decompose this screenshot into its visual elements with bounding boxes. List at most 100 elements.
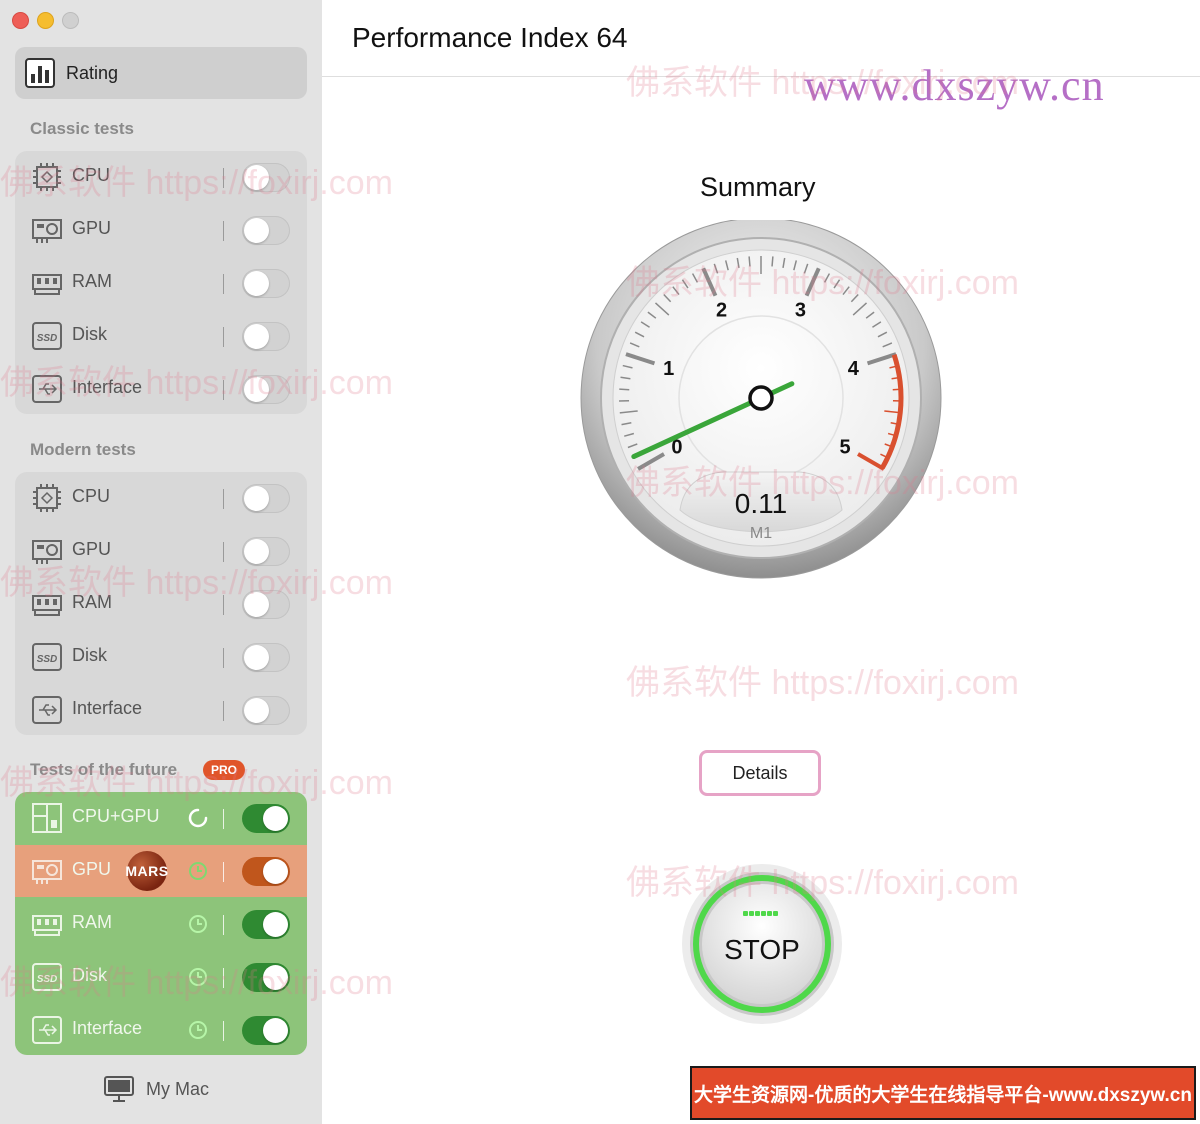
usb-icon — [32, 1016, 62, 1044]
gauge-tick-label: 5 — [839, 437, 850, 459]
test-label: RAM — [72, 271, 112, 291]
gauge-tick-label: 2 — [716, 299, 727, 321]
mars-tag: MARS — [125, 863, 169, 879]
section-title-modern: Modern tests — [30, 440, 136, 459]
close-button[interactable] — [12, 12, 29, 29]
details-button[interactable]: Details — [699, 750, 821, 796]
classic-row-cpu[interactable]: CPU — [15, 151, 307, 203]
performance-gauge: 0.11 M1 012 345 — [580, 220, 942, 579]
future-row-disk[interactable]: SSD Disk — [15, 951, 307, 1003]
watermark-text: 佛系软件 https://foxirj.com — [626, 664, 1019, 702]
modern-row-interface[interactable]: Interface — [15, 684, 307, 736]
clock-icon — [189, 862, 207, 880]
pro-badge: PRO — [203, 760, 245, 780]
test-label: GPU — [72, 859, 112, 879]
divider — [223, 327, 224, 347]
sidebar-item-label: Rating — [66, 62, 119, 83]
toggle-classic-interface[interactable] — [242, 375, 290, 404]
divider — [223, 542, 224, 562]
gauge-hub — [748, 385, 774, 411]
ram-icon — [32, 915, 62, 936]
divider — [223, 168, 224, 188]
divider — [223, 489, 224, 509]
modern-row-cpu[interactable]: CPU — [15, 472, 307, 524]
clock-icon — [189, 915, 207, 933]
test-label: Disk — [72, 965, 107, 985]
divider — [223, 915, 224, 935]
toggle-modern-gpu[interactable] — [242, 537, 290, 566]
future-row-ram[interactable]: RAM — [15, 898, 307, 950]
modern-row-disk[interactable]: SSD Disk — [15, 631, 307, 683]
divider — [223, 274, 224, 294]
gauge-tick-label: 4 — [848, 358, 860, 380]
toggle-future-disk[interactable] — [242, 963, 290, 992]
test-label: GPU — [72, 539, 112, 559]
toggle-future-cpu-gpu[interactable] — [242, 804, 290, 833]
divider — [223, 701, 224, 721]
cpu-gpu-icon — [32, 803, 62, 833]
disk-icon: SSD — [32, 963, 62, 991]
watermark-site: www.dxszyw.cn — [804, 61, 1105, 110]
classic-row-ram[interactable]: RAM — [15, 257, 307, 309]
divider — [223, 595, 224, 615]
test-label: CPU — [72, 165, 111, 185]
classic-row-disk[interactable]: SSD Disk — [15, 310, 307, 362]
clock-icon — [189, 968, 207, 986]
classic-row-interface[interactable]: Interface — [15, 363, 307, 415]
future-row-interface[interactable]: Interface — [15, 1004, 307, 1055]
gpu-icon — [32, 540, 62, 564]
toggle-classic-disk[interactable] — [242, 322, 290, 351]
test-label: GPU — [72, 218, 112, 238]
toggle-modern-ram[interactable] — [242, 590, 290, 619]
ram-icon — [32, 595, 62, 616]
test-label: Interface — [72, 698, 143, 718]
future-row-gpu[interactable]: GPU MARS — [15, 845, 307, 897]
watermark-banner: 大学生资源网-优质的大学生在线指导平台-www.dxszyw.cn — [690, 1066, 1196, 1120]
gauge-tick-label: 3 — [795, 299, 806, 321]
divider — [223, 809, 224, 829]
toggle-classic-cpu[interactable] — [242, 163, 290, 192]
loading-spinner-icon — [188, 808, 208, 828]
ram-icon — [32, 274, 62, 295]
cpu-icon — [33, 163, 61, 191]
modern-row-gpu[interactable]: GPU — [15, 525, 307, 577]
stop-label: STOP — [724, 934, 800, 965]
toggle-modern-disk[interactable] — [242, 643, 290, 672]
test-label: CPU — [72, 486, 111, 506]
toggle-modern-cpu[interactable] — [242, 484, 290, 513]
gauge-tick-label: 1 — [663, 358, 674, 380]
svg-text:SSD: SSD — [37, 654, 58, 665]
my-mac-button[interactable]: My Mac — [104, 1075, 209, 1103]
svg-text:SSD: SSD — [37, 974, 58, 985]
toggle-future-gpu[interactable] — [242, 857, 290, 886]
cpu-icon — [33, 484, 61, 512]
divider — [223, 1021, 224, 1041]
modern-tests-group: CPU GPU RAM SSD Disk Interface — [15, 472, 307, 735]
modern-row-ram[interactable]: RAM — [15, 578, 307, 630]
classic-tests-group: CPU GPU RAM SSD Disk Interface — [15, 151, 307, 414]
my-mac-label: My Mac — [146, 1078, 209, 1099]
toggle-classic-ram[interactable] — [242, 269, 290, 298]
banner-text: 大学生资源网-优质的大学生在线指导平台-www.dxszyw.cn — [694, 1084, 1192, 1106]
toggle-modern-interface[interactable] — [242, 696, 290, 725]
zoom-button[interactable] — [62, 12, 79, 29]
gauge-value: 0.11 — [735, 488, 787, 519]
divider — [223, 862, 224, 882]
gpu-icon — [32, 860, 62, 884]
toggle-classic-gpu[interactable] — [242, 216, 290, 245]
test-label: RAM — [72, 592, 112, 612]
minimize-button[interactable] — [37, 12, 54, 29]
bar-chart-icon — [25, 58, 55, 88]
test-label: CPU+GPU — [72, 806, 160, 826]
test-label: Disk — [72, 324, 107, 344]
test-label: Disk — [72, 645, 107, 665]
gauge-tick — [619, 388, 630, 391]
stop-button[interactable]: STOP — [680, 862, 844, 1026]
gauge-device: M1 — [750, 525, 772, 542]
toggle-future-interface[interactable] — [242, 1016, 290, 1045]
sidebar-item-rating[interactable]: Rating — [15, 47, 307, 99]
toggle-future-ram[interactable] — [242, 910, 290, 939]
test-label: Interface — [72, 377, 143, 397]
future-row-cpu-gpu[interactable]: CPU+GPU — [15, 792, 307, 844]
classic-row-gpu[interactable]: GPU — [15, 204, 307, 256]
